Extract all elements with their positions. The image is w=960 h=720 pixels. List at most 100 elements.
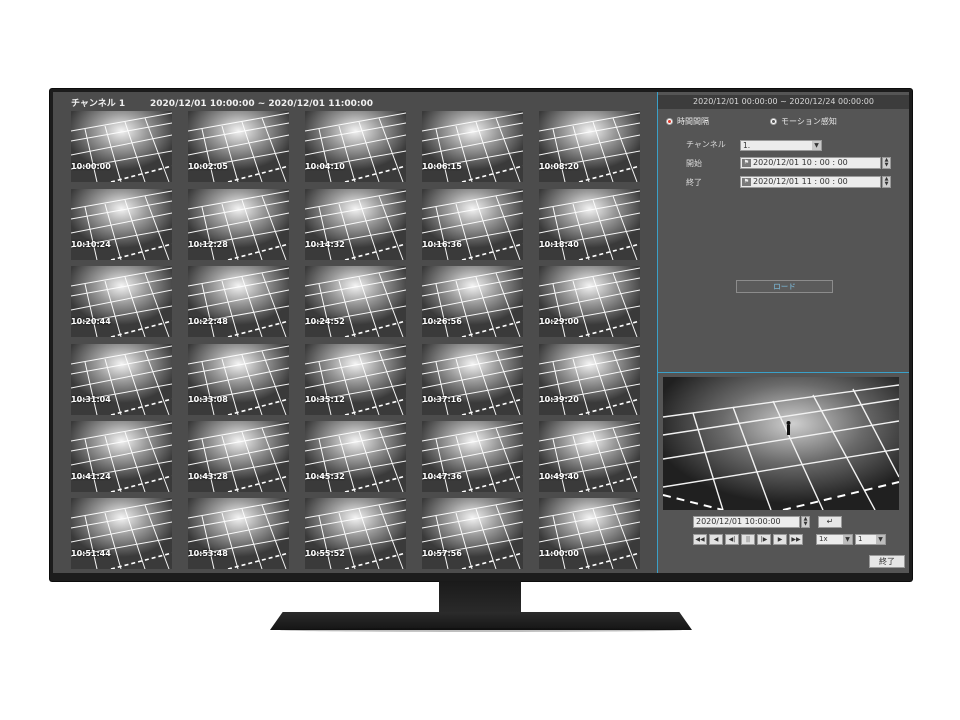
radio-motion-detection-label: モーション感知 [781,117,837,126]
playback-preview[interactable] [663,377,899,510]
load-button[interactable]: ロード [736,280,833,293]
thumbnail-tile[interactable]: 10:53:48 [188,498,289,569]
play-button[interactable]: ▶ [773,534,787,545]
thumbnail-tile[interactable]: 10:45:32 [305,421,406,492]
thumbnail-timestamp: 10:29:00 [539,317,579,326]
thumbnail-tile[interactable]: 10:10:24 [71,189,172,260]
thumbnail-tile[interactable]: 10:12:28 [188,189,289,260]
start-datetime-field[interactable]: ⚑ 2020/12/01 10 : 00 : 00 [740,157,881,169]
thumbnail-tile[interactable]: 10:57:56 [422,498,523,569]
thumbnail-tile[interactable]: 10:18:40 [539,189,640,260]
parking-lot-thumbnail-image [188,189,289,260]
end-datetime-field[interactable]: ⚑ 2020/12/01 11 : 00 : 00 [740,176,881,188]
pause-button[interactable]: || [741,534,755,545]
parking-lot-thumbnail-image [422,344,523,415]
step-back-icon: ◀| [728,536,736,543]
speed-select-value: 1x [819,535,828,543]
thumbnail-timestamp: 10:08:20 [539,162,579,171]
thumbnail-tile[interactable]: 10:49:40 [539,421,640,492]
thumbnail-tile[interactable]: 10:31:04 [71,344,172,415]
thumbnail-tile[interactable]: 10:39:20 [539,344,640,415]
thumbnail-timestamp: 10:20:44 [71,317,111,326]
flag-icon: ⚑ [742,178,751,186]
thumbnail-timestamp: 10:31:04 [71,395,111,404]
play-icon: ▶ [777,536,783,543]
thumbnail-timestamp: 10:43:28 [188,472,228,481]
spin-down-icon: ▼ [884,162,889,168]
grid-header: チャンネル 1 2020/12/01 10:00:00 ~ 2020/12/01… [71,96,373,110]
thumbnail-timestamp: 10:24:52 [305,317,345,326]
channel-select[interactable]: 1. ▼ [740,140,822,151]
fast-forward-button[interactable]: ▶▶ [789,534,803,545]
thumbnail-tile[interactable]: 10:35:12 [305,344,406,415]
thumbnail-tile[interactable]: 10:02:05 [188,111,289,182]
thumbnail-tile[interactable]: 10:24:52 [305,266,406,337]
thumbnail-tile[interactable]: 10:47:36 [422,421,523,492]
radio-motion-detection[interactable]: モーション感知 [770,116,837,127]
parking-lot-thumbnail-image [539,111,640,182]
parking-lot-thumbnail-image [539,189,640,260]
parking-lot-thumbnail-image [71,421,172,492]
thumbnail-tile[interactable]: 10:16:36 [422,189,523,260]
start-spinner[interactable]: ▲ ▼ [882,157,891,169]
thumbnail-tile[interactable]: 10:43:28 [188,421,289,492]
thumbnail-timestamp: 10:04:10 [305,162,345,171]
thumbnail-tile[interactable]: 10:29:00 [539,266,640,337]
radio-unselected-icon [770,118,777,125]
start-datetime-value: 2020/12/01 10 : 00 : 00 [753,158,848,167]
end-datetime-value: 2020/12/01 11 : 00 : 00 [753,177,848,186]
thumbnail-tile[interactable]: 10:04:10 [305,111,406,182]
step-forward-icon: |▶ [760,536,768,543]
thumbnail-timestamp: 10:39:20 [539,395,579,404]
channel-select-value: 1. [743,141,751,150]
thumbnail-timestamp: 10:47:36 [422,472,462,481]
thumbnail-timestamp: 10:22:48 [188,317,228,326]
parking-lot-thumbnail-image [305,189,406,260]
exit-button[interactable]: 終了 [869,555,905,568]
thumbnail-tile[interactable]: 10:08:20 [539,111,640,182]
step-forward-button[interactable]: |▶ [757,534,771,545]
step-select-value: 1 [858,535,863,543]
thumbnail-tile[interactable]: 10:26:56 [422,266,523,337]
radio-time-interval[interactable]: 時間間隔 [666,116,709,127]
parking-lot-thumbnail-image [71,189,172,260]
fast-rewind-button[interactable]: ◀◀ [693,534,707,545]
speed-select[interactable]: 1x ▼ [816,534,853,545]
parking-lot-thumbnail-image [422,111,523,182]
thumbnail-tile[interactable]: 10:37:16 [422,344,523,415]
thumbnail-tile[interactable]: 10:33:08 [188,344,289,415]
enter-button[interactable]: ↵ [818,516,842,528]
thumbnail-tile[interactable]: 10:51:44 [71,498,172,569]
parking-lot-thumbnail-image [539,266,640,337]
thumbnail-timestamp: 10:35:12 [305,395,345,404]
parking-lot-thumbnail-image [188,498,289,569]
thumbnail-tile[interactable]: 11:00:00 [539,498,640,569]
end-spinner[interactable]: ▲ ▼ [882,176,891,188]
parking-lot-thumbnail-image [188,111,289,182]
thumbnail-tile[interactable]: 10:00:00 [71,111,172,182]
thumbnail-tile[interactable]: 10:20:44 [71,266,172,337]
playback-datetime-spinner[interactable]: ▲ ▼ [801,516,810,528]
parking-lot-thumbnail-image [539,421,640,492]
channel-label: チャンネル [686,140,726,149]
parking-lot-thumbnail-image [188,344,289,415]
parking-lot-thumbnail-image [422,421,523,492]
rewind-icon: ◀ [713,536,719,543]
rewind-button[interactable]: ◀ [709,534,723,545]
thumbnail-timestamp: 10:06:15 [422,162,462,171]
end-label: 終了 [686,178,702,187]
step-back-button[interactable]: ◀| [725,534,739,545]
chevron-down-icon: ▼ [812,141,821,150]
thumbnail-tile[interactable]: 10:55:52 [305,498,406,569]
thumbnail-tile[interactable]: 10:41:24 [71,421,172,492]
step-select[interactable]: 1 ▼ [855,534,886,545]
thumbnail-tile[interactable]: 10:22:48 [188,266,289,337]
thumbnail-tile[interactable]: 10:14:32 [305,189,406,260]
thumbnail-tile[interactable]: 10:06:15 [422,111,523,182]
grid-channel-label: チャンネル 1 [71,99,126,109]
parking-lot-thumbnail-image [539,344,640,415]
playback-datetime-field[interactable]: 2020/12/01 10:00:00 [693,516,800,528]
parking-lot-thumbnail-image [305,421,406,492]
thumbnail-timestamp: 10:41:24 [71,472,111,481]
enter-icon: ↵ [826,517,834,526]
